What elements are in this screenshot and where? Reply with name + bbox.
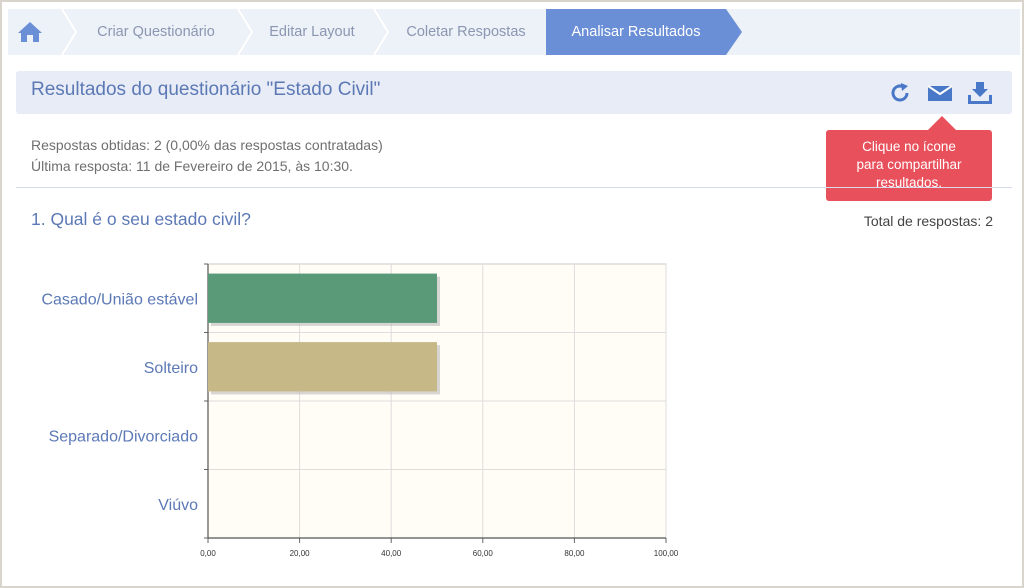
tooltip-line: resultados. [875, 175, 943, 190]
tooltip-line: Clique no ícone [862, 139, 956, 154]
share-email-button[interactable] [926, 80, 954, 106]
category-label: Casado/União estável [41, 291, 198, 308]
bar [208, 342, 437, 392]
breadcrumb-coletar-respostas[interactable]: Coletar Respostas [386, 9, 546, 55]
results-header: Resultados do questionário "Estado Civil… [16, 71, 1012, 114]
last-response: Última resposta: 11 de Fevereiro de 2015… [31, 158, 353, 174]
tooltip-arrow [928, 116, 956, 130]
app-frame: Criar Questionário Editar Layout Coletar… [0, 0, 1024, 588]
refresh-icon [891, 83, 909, 102]
tooltip-line: para compartilhar [856, 157, 962, 172]
x-tick-label: 0,00 [200, 549, 216, 558]
download-icon [968, 82, 992, 104]
breadcrumb-analisar-resultados[interactable]: Analisar Resultados [546, 9, 726, 55]
category-label: Viúvo [158, 497, 198, 514]
question-title: 1. Qual é o seu estado civil? [31, 209, 251, 229]
x-tick-label: 20,00 [290, 549, 311, 558]
bar-chart: 0,00 20,00 40,00 60,00 80,00 100,00 Casado/Uni… [41, 263, 679, 558]
refresh-button[interactable] [886, 80, 914, 106]
home-icon [18, 22, 42, 42]
wizard-breadcrumb: Criar Questionário Editar Layout Coletar… [8, 9, 1020, 55]
breadcrumb-editar-layout[interactable]: Editar Layout [250, 9, 374, 55]
total-responses: Total de respostas: 2 [863, 213, 993, 229]
breadcrumb-criar-questionario[interactable]: Criar Questionário [74, 9, 238, 55]
x-tick-label: 60,00 [473, 549, 494, 558]
page-title: Resultados do questionário "Estado Civil… [31, 79, 381, 100]
home-button[interactable] [8, 9, 52, 55]
category-label: Separado/Divorciado [49, 428, 199, 445]
category-label: Solteiro [144, 360, 198, 377]
x-tick-label: 80,00 [564, 549, 585, 558]
breadcrumb-active-arrow [726, 9, 742, 55]
divider [16, 187, 1012, 188]
x-tick-label: 40,00 [381, 549, 402, 558]
bar [208, 273, 437, 323]
mail-icon [927, 85, 953, 101]
share-tooltip: Clique no ícone para compartilhar result… [826, 130, 992, 201]
download-button[interactable] [966, 80, 994, 106]
x-tick-label: 100,00 [654, 549, 679, 558]
responses-summary: Respostas obtidas: 2 (0,00% das resposta… [31, 137, 383, 153]
